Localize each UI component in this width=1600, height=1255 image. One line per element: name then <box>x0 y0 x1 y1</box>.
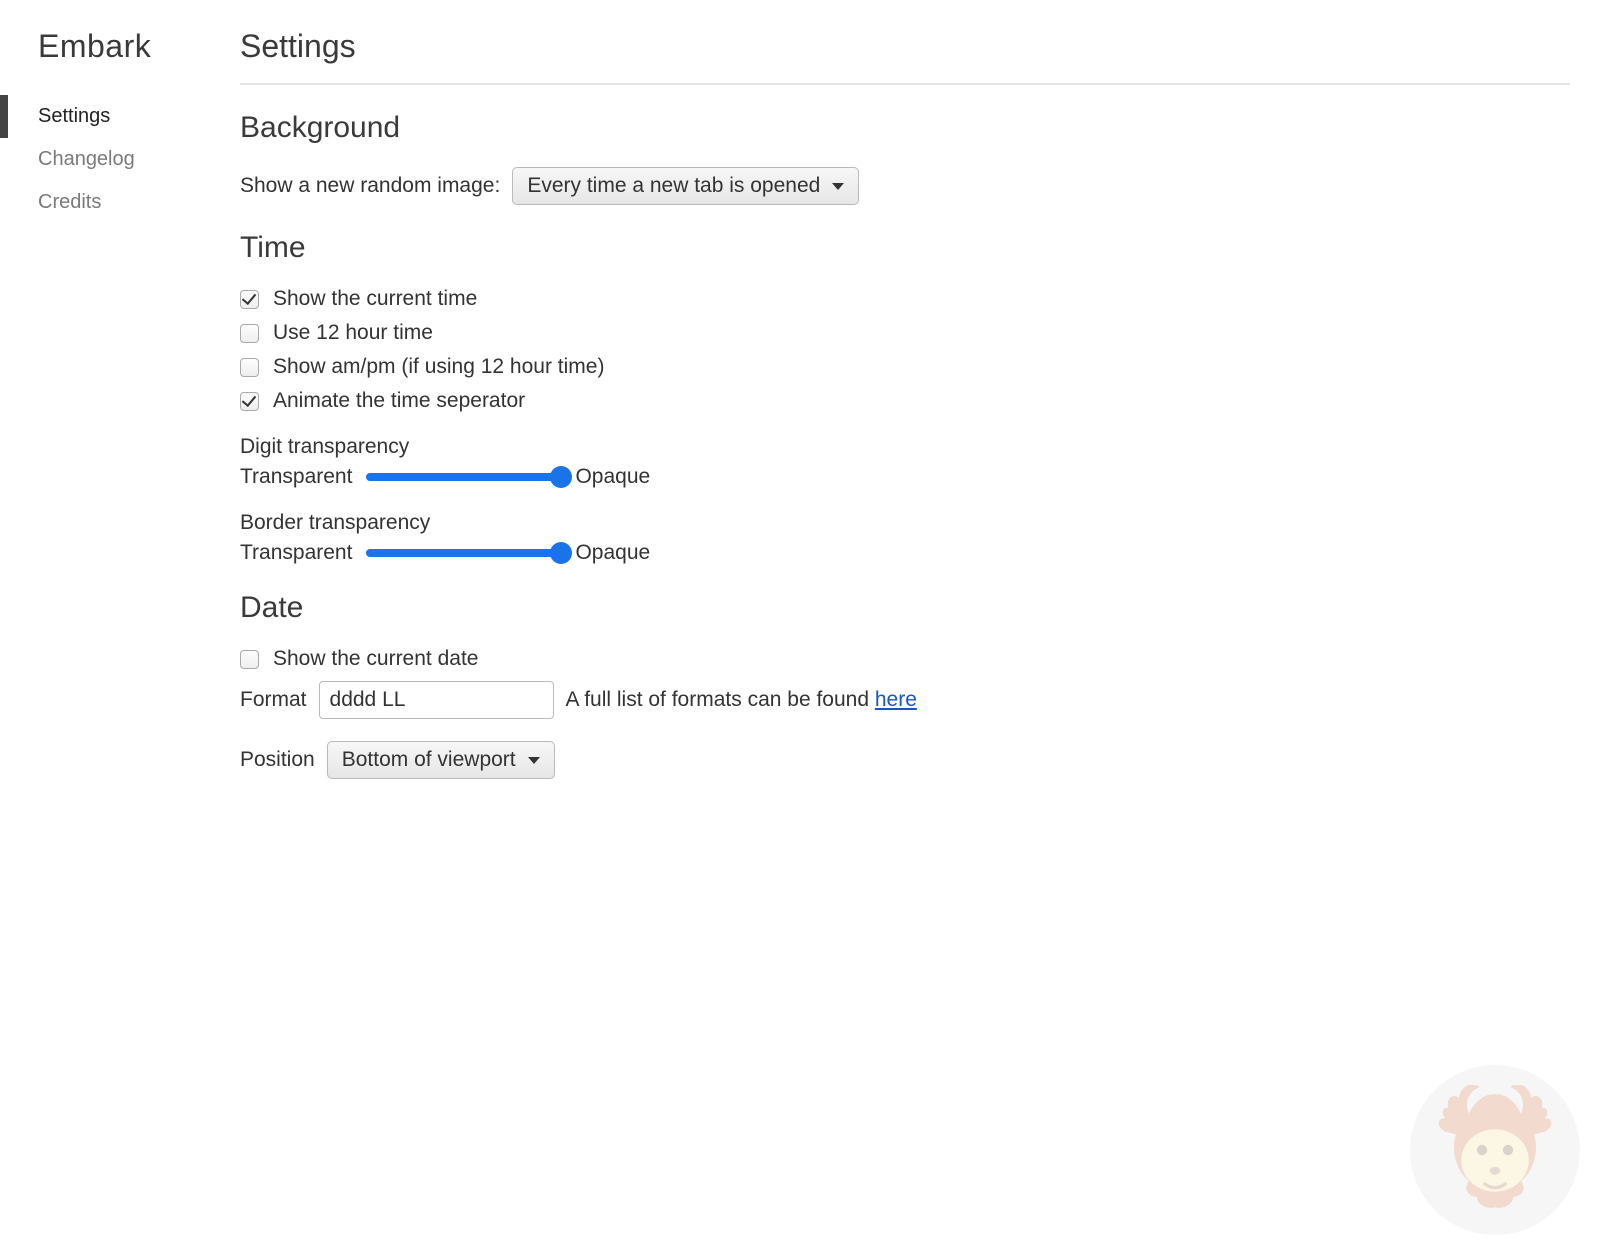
date-position-label: Position <box>240 748 315 772</box>
border-transparency-row: Transparent Opaque <box>240 541 1570 565</box>
chevron-down-icon <box>832 183 844 190</box>
show-ampm-label: Show am/pm (if using 12 hour time) <box>273 355 604 379</box>
show-current-date-row: Show the current date <box>240 647 1570 671</box>
animate-separator-label: Animate the time seperator <box>273 389 525 413</box>
sidebar-item-label: Credits <box>38 191 101 213</box>
show-current-date-checkbox[interactable] <box>240 650 259 669</box>
date-position-row: Position Bottom of viewport <box>240 741 1570 779</box>
use-12h-row: Use 12 hour time <box>240 321 1570 345</box>
show-ampm-checkbox[interactable] <box>240 358 259 377</box>
date-position-select[interactable]: Bottom of viewport <box>327 741 555 779</box>
random-image-select-value: Every time a new tab is opened <box>527 174 820 198</box>
sidebar-item-settings[interactable]: Settings <box>0 95 240 138</box>
date-position-select-value: Bottom of viewport <box>342 748 516 772</box>
sidebar-item-changelog[interactable]: Changelog <box>0 138 240 181</box>
brand-title: Embark <box>0 28 240 95</box>
use-12h-checkbox[interactable] <box>240 324 259 343</box>
page-title: Settings <box>240 28 1570 85</box>
sidebar-item-label: Changelog <box>38 148 135 170</box>
date-format-input[interactable] <box>319 681 554 719</box>
digit-transparency-left-label: Transparent <box>240 465 352 489</box>
digit-transparency-right-label: Opaque <box>575 465 650 489</box>
show-current-time-label: Show the current time <box>273 287 477 311</box>
section-heading-background: Background <box>240 111 1570 145</box>
sidebar-item-credits[interactable]: Credits <box>0 181 240 224</box>
chevron-down-icon <box>528 757 540 764</box>
show-ampm-row: Show am/pm (if using 12 hour time) <box>240 355 1570 379</box>
border-transparency-slider[interactable] <box>366 543 561 563</box>
slider-thumb[interactable] <box>550 466 572 488</box>
date-format-row: Format A full list of formats can be fou… <box>240 681 1570 719</box>
section-heading-time: Time <box>240 231 1570 265</box>
animate-separator-checkbox[interactable] <box>240 392 259 411</box>
date-format-hint-text: A full list of formats can be found <box>566 688 875 711</box>
random-image-row: Show a new random image: Every time a ne… <box>240 167 1570 205</box>
digit-transparency-title: Digit transparency <box>240 435 1570 459</box>
show-current-time-row: Show the current time <box>240 287 1570 311</box>
use-12h-label: Use 12 hour time <box>273 321 433 345</box>
border-transparency-left-label: Transparent <box>240 541 352 565</box>
show-current-date-label: Show the current date <box>273 647 478 671</box>
sidebar-nav: Settings Changelog Credits <box>0 95 240 224</box>
date-format-help-link[interactable]: here <box>875 688 917 711</box>
border-transparency-title: Border transparency <box>240 511 1570 535</box>
animate-separator-row: Animate the time seperator <box>240 389 1570 413</box>
sidebar-item-label: Settings <box>38 105 110 127</box>
slider-thumb[interactable] <box>550 542 572 564</box>
main-content: Settings Background Show a new random im… <box>240 28 1600 789</box>
random-image-label: Show a new random image: <box>240 174 500 198</box>
digit-transparency-slider[interactable] <box>366 467 561 487</box>
random-image-select[interactable]: Every time a new tab is opened <box>512 167 859 205</box>
show-current-time-checkbox[interactable] <box>240 290 259 309</box>
sidebar: Embark Settings Changelog Credits <box>0 28 240 789</box>
monkey-icon <box>1430 1085 1560 1215</box>
date-format-label: Format <box>240 688 307 712</box>
section-heading-date: Date <box>240 591 1570 625</box>
digit-transparency-row: Transparent Opaque <box>240 465 1570 489</box>
slider-track <box>366 549 561 557</box>
border-transparency-right-label: Opaque <box>575 541 650 565</box>
watermark-logo <box>1410 1065 1580 1235</box>
date-format-hint: A full list of formats can be found here <box>566 688 917 712</box>
slider-track <box>366 473 561 481</box>
